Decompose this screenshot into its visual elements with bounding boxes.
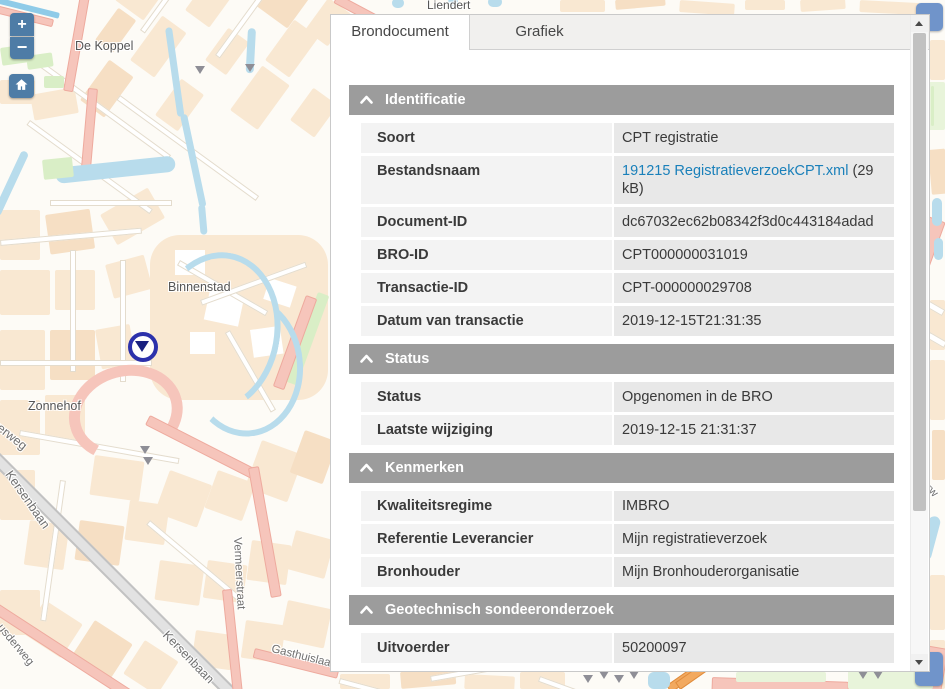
row-value: 50200097 [614,633,894,663]
tab-grafiek[interactable]: Grafiek [470,15,609,49]
table-row: Status Opgenomen in de BRO [361,382,894,412]
cpt-marker[interactable] [629,671,639,679]
panel-content: Identificatie Soort CPT registratie Best… [331,50,929,663]
row-label: Bestandsnaam [361,156,612,204]
section-title: Kenmerken [385,460,464,476]
row-value: Mijn Bronhouderorganisatie [614,557,894,587]
scrollbar-up-button[interactable] [911,15,928,32]
map-label-vermeerstraat: Vermeerstraat [231,537,247,610]
cpt-marker[interactable] [140,446,150,454]
section-header-identificatie[interactable]: Identificatie [349,85,894,115]
table-row: Uitvoerder 50200097 [361,633,894,663]
table-row: Document-ID dc67032ec62b08342f3d0c443184… [361,207,894,237]
table-row: Referentie Leverancier Mijn registratiev… [361,524,894,554]
table-row: Laatste wijziging 2019-12-15 21:31:37 [361,415,894,445]
map-label-zonnehof: Zonnehof [28,399,81,413]
row-value: 191215 RegistratieverzoekCPT.xml (29 kB) [614,156,894,204]
cpt-marker[interactable] [873,671,883,679]
section-title: Geotechnisch sondeeronderzoek [385,602,614,618]
table-row: Bestandsnaam 191215 RegistratieverzoekCP… [361,156,894,204]
scrollbar-thumb[interactable] [913,33,926,511]
chevron-up-icon [349,602,385,618]
chevron-up-icon [349,351,385,367]
cpt-marker[interactable] [245,64,255,72]
section-header-status[interactable]: Status [349,344,894,374]
cpt-marker[interactable] [195,66,205,74]
table-row: Bronhouder Mijn Bronhouderorganisatie [361,557,894,587]
selected-location-marker-icon [135,341,149,352]
row-label: Referentie Leverancier [361,524,612,554]
file-download-link[interactable]: 191215 RegistratieverzoekCPT.xml [622,163,848,179]
cpt-marker[interactable] [599,671,609,679]
map-label-liendert: Liendert [427,0,470,12]
panel-scrollbar[interactable] [910,15,928,671]
scrollbar-down-button[interactable] [911,654,928,671]
row-label: Transactie-ID [361,273,612,303]
row-value: Opgenomen in de BRO [614,382,894,412]
table-row: BRO-ID CPT000000031019 [361,240,894,270]
zoom-in-button[interactable]: + [10,13,34,36]
row-label: Status [361,382,612,412]
row-value: 2019-12-15T21:31:35 [614,306,894,336]
table-row: Transactie-ID CPT-000000029708 [361,273,894,303]
table-row: Datum van transactie 2019-12-15T21:31:35 [361,306,894,336]
section-header-geotechnisch-sondeeronderzoek[interactable]: Geotechnisch sondeeronderzoek [349,595,894,625]
row-label: Document-ID [361,207,612,237]
detail-panel: Brondocument Grafiek Identificatie Soort… [330,14,930,672]
row-label: Bronhouder [361,557,612,587]
row-value: Mijn registratieverzoek [614,524,894,554]
row-label: Uitvoerder [361,633,612,663]
cpt-marker[interactable] [143,457,153,465]
home-icon [14,77,29,94]
row-value: IMBRO [614,491,894,521]
section-title: Status [385,351,429,367]
row-value: CPT-000000029708 [614,273,894,303]
chevron-up-icon [349,92,385,108]
zoom-out-button[interactable]: − [10,37,34,59]
section-title: Identificatie [385,92,466,108]
row-label: Laatste wijziging [361,415,612,445]
row-label: BRO-ID [361,240,612,270]
map-label-binnenstad: Binnenstad [168,280,231,294]
row-value: dc67032ec62b08342f3d0c443184adad [614,207,894,237]
row-label: Soort [361,123,612,153]
row-value: 2019-12-15 21:31:37 [614,415,894,445]
cpt-marker[interactable] [858,671,868,679]
row-value: CPT registratie [614,123,894,153]
home-button[interactable] [9,74,34,98]
cpt-marker[interactable] [583,675,593,683]
section-header-kenmerken[interactable]: Kenmerken [349,453,894,483]
tab-bar: Brondocument Grafiek [331,15,929,50]
chevron-up-icon [349,460,385,476]
table-row: Kwaliteitsregime IMBRO [361,491,894,521]
row-label: Datum van transactie [361,306,612,336]
map-label-de-koppel: De Koppel [75,39,133,53]
row-value: CPT000000031019 [614,240,894,270]
cpt-marker[interactable] [614,675,624,683]
tab-brondocument[interactable]: Brondocument [331,15,470,50]
row-label: Kwaliteitsregime [361,491,612,521]
table-row: Soort CPT registratie [361,123,894,153]
